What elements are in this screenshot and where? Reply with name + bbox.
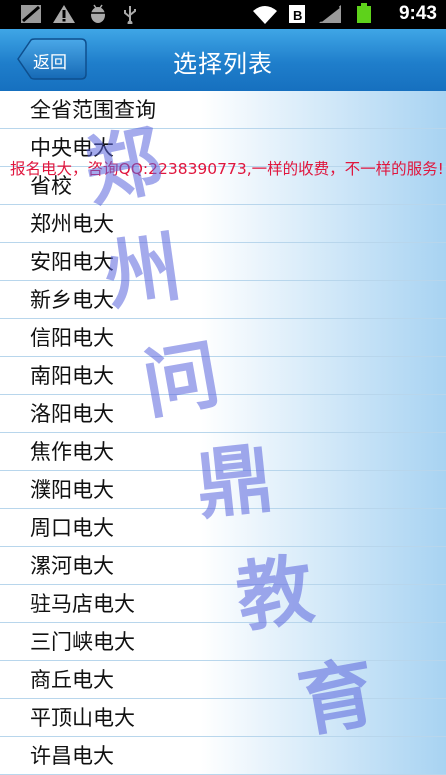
status-bar: B 9:43 xyxy=(0,0,446,29)
list-item[interactable]: 安阳电大 xyxy=(0,243,446,281)
list-item[interactable]: 濮阳电大 xyxy=(0,471,446,509)
list-item-label: 濮阳电大 xyxy=(30,478,114,502)
list-item[interactable]: 省校 xyxy=(0,167,446,205)
list-item-label: 中央电大 xyxy=(30,136,114,160)
title-bar: 返回 选择列表 xyxy=(0,29,446,92)
page-title: 选择列表 xyxy=(173,50,273,78)
list-item[interactable]: 信阳电大 xyxy=(0,319,446,357)
list-item[interactable]: 焦作电大 xyxy=(0,433,446,471)
list-item-label: 省校 xyxy=(30,174,72,198)
list-item[interactable]: 平顶山电大 xyxy=(0,699,446,737)
list-item[interactable]: 许昌电大 xyxy=(0,737,446,775)
list-item[interactable]: 漯河电大 xyxy=(0,547,446,585)
wifi-icon xyxy=(253,6,277,24)
list-item-label: 洛阳电大 xyxy=(30,402,114,426)
usb-icon xyxy=(124,6,136,24)
cell-signal-icon xyxy=(319,5,341,23)
list-item-label: 驻马店电大 xyxy=(30,592,135,616)
list-item-label: 商丘电大 xyxy=(30,668,114,692)
notification-icon: B xyxy=(289,5,305,23)
list-item-label: 郑州电大 xyxy=(30,212,114,236)
list-item[interactable]: 全省范围查询 xyxy=(0,91,446,129)
warning-icon xyxy=(53,5,75,23)
list-item-label: 周口电大 xyxy=(30,516,114,540)
list-item[interactable]: 南阳电大 xyxy=(0,357,446,395)
android-debug-icon xyxy=(91,4,105,23)
list-item-label: 漯河电大 xyxy=(30,554,114,578)
list-item[interactable]: 三门峡电大 xyxy=(0,623,446,661)
list-item-label: 三门峡电大 xyxy=(30,630,135,654)
list-item-label: 南阳电大 xyxy=(30,364,114,388)
list-item-label: 安阳电大 xyxy=(30,250,114,274)
clock: 9:43 xyxy=(398,3,437,24)
list-item[interactable]: 郑州电大 xyxy=(0,205,446,243)
list-item[interactable]: 周口电大 xyxy=(0,509,446,547)
battery-icon xyxy=(357,3,371,23)
list-item[interactable]: 新乡电大 xyxy=(0,281,446,319)
list-item-label: 焦作电大 xyxy=(30,440,114,464)
list-item-label: 新乡电大 xyxy=(30,288,114,312)
list-item[interactable]: 洛阳电大 xyxy=(0,395,446,433)
list-item-label: 信阳电大 xyxy=(30,326,114,350)
list-item-label: 许昌电大 xyxy=(30,744,114,768)
list-item[interactable]: 驻马店电大 xyxy=(0,585,446,623)
list-item-label: 全省范围查询 xyxy=(30,98,156,122)
selection-list: 全省范围查询 中央电大省校郑州电大安阳电大新乡电大信阳电大南阳电大洛阳电大焦作电大… xyxy=(0,91,446,775)
list-item[interactable]: 中央电大 xyxy=(0,129,446,167)
signal-off-icon xyxy=(21,5,41,23)
list-item[interactable]: 商丘电大 xyxy=(0,661,446,699)
list-item-label: 平顶山电大 xyxy=(30,706,135,730)
svg-text:B: B xyxy=(293,8,302,23)
